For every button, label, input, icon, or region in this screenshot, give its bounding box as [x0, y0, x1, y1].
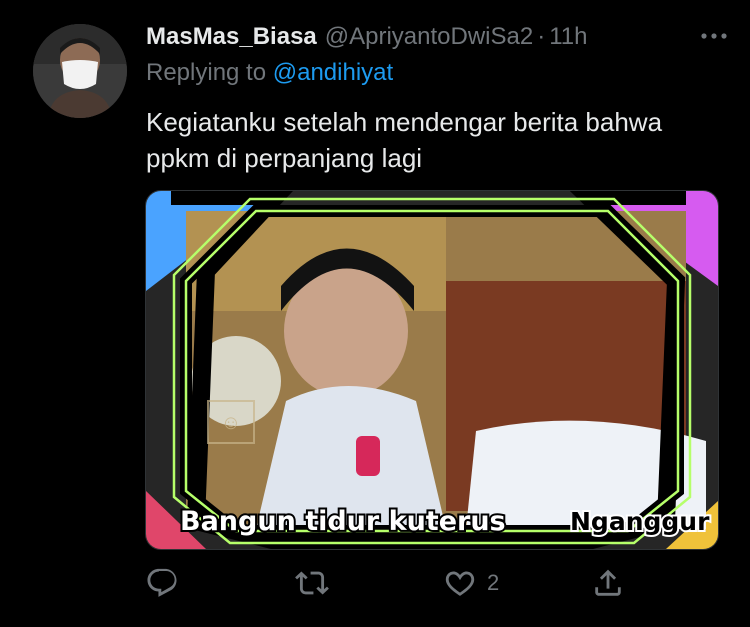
author-name[interactable]: MasMas_Biasa	[146, 23, 317, 51]
reply-button[interactable]	[145, 563, 179, 603]
author-handle[interactable]: @ApriyantoDwiSa2	[325, 23, 533, 51]
tweet-timestamp[interactable]: 11h	[549, 23, 587, 51]
replying-to-label: Replying to	[146, 59, 273, 86]
tweet-header: MasMas_Biasa @ApriyantoDwiSa2 · 11h	[146, 22, 730, 52]
tweet-text: Kegiatanku setelah mendengar berita bahw…	[146, 107, 663, 173]
separator: ·	[537, 23, 546, 50]
avatar[interactable]	[33, 24, 127, 118]
more-options-button[interactable]	[696, 21, 732, 51]
heart-icon	[445, 571, 475, 596]
replying-to-link[interactable]: @andihiyat	[273, 59, 393, 86]
caption-text-2: Nganggur	[570, 507, 710, 536]
replying-to: Replying to @andihiyat	[146, 59, 393, 87]
action-bar: 2	[145, 563, 717, 603]
like-button[interactable]: 2	[443, 563, 499, 603]
reply-icon	[147, 568, 177, 597]
share-icon	[595, 569, 621, 596]
caption-text-1: Bangun tidur kuterus	[180, 506, 506, 537]
tweet-media[interactable]: ☺ Bangun tidur kuterus Nganggur	[145, 190, 719, 550]
retweet-button[interactable]	[295, 563, 329, 603]
like-count: 2	[487, 570, 500, 595]
more-icon	[701, 33, 727, 39]
share-button[interactable]	[591, 563, 625, 603]
avatar-image	[33, 24, 127, 118]
svg-text:☺: ☺	[221, 412, 241, 434]
retweet-icon	[295, 571, 329, 595]
media-image: ☺ Bangun tidur kuterus Nganggur	[146, 191, 718, 549]
